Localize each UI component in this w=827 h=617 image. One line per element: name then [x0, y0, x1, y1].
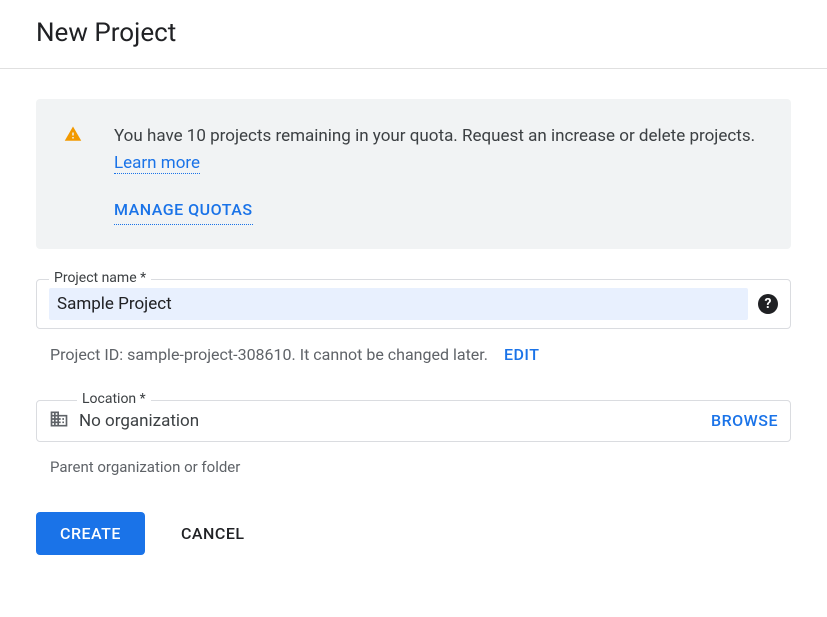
cancel-button[interactable]: CANCEL [181, 524, 245, 543]
location-help-text: Parent organization or folder [36, 450, 791, 476]
banner-message: You have 10 projects remaining in your q… [114, 126, 755, 146]
warning-icon [64, 125, 82, 147]
learn-more-link[interactable]: Learn more [114, 153, 200, 174]
create-button[interactable]: CREATE [36, 512, 145, 555]
project-id-info: Project ID: sample-project-308610. It ca… [36, 337, 791, 364]
help-icon[interactable]: ? [758, 294, 778, 314]
quota-banner: You have 10 projects remaining in your q… [36, 99, 791, 249]
action-buttons: CREATE CANCEL [36, 512, 791, 555]
location-field: Location * No organization BROWSE [36, 400, 791, 442]
location-label: Location * [77, 391, 151, 407]
manage-quotas-link[interactable]: MANAGE QUOTAS [114, 197, 253, 225]
project-id-value: sample-project-308610 [127, 345, 291, 364]
project-name-field: Project name * ? [36, 279, 791, 329]
project-name-input[interactable] [49, 288, 748, 320]
banner-text: You have 10 projects remaining in your q… [114, 123, 763, 225]
project-name-label: Project name * [49, 270, 151, 286]
building-icon [49, 409, 69, 433]
location-value: No organization [79, 411, 701, 431]
page-header: New Project [0, 0, 827, 69]
project-id-suffix: . It cannot be changed later. [292, 345, 488, 364]
edit-project-id-link[interactable]: EDIT [504, 345, 540, 364]
main-content: You have 10 projects remaining in your q… [0, 69, 827, 585]
project-id-prefix: Project ID: [50, 345, 127, 364]
page-title: New Project [36, 18, 791, 48]
browse-button[interactable]: BROWSE [711, 411, 778, 430]
